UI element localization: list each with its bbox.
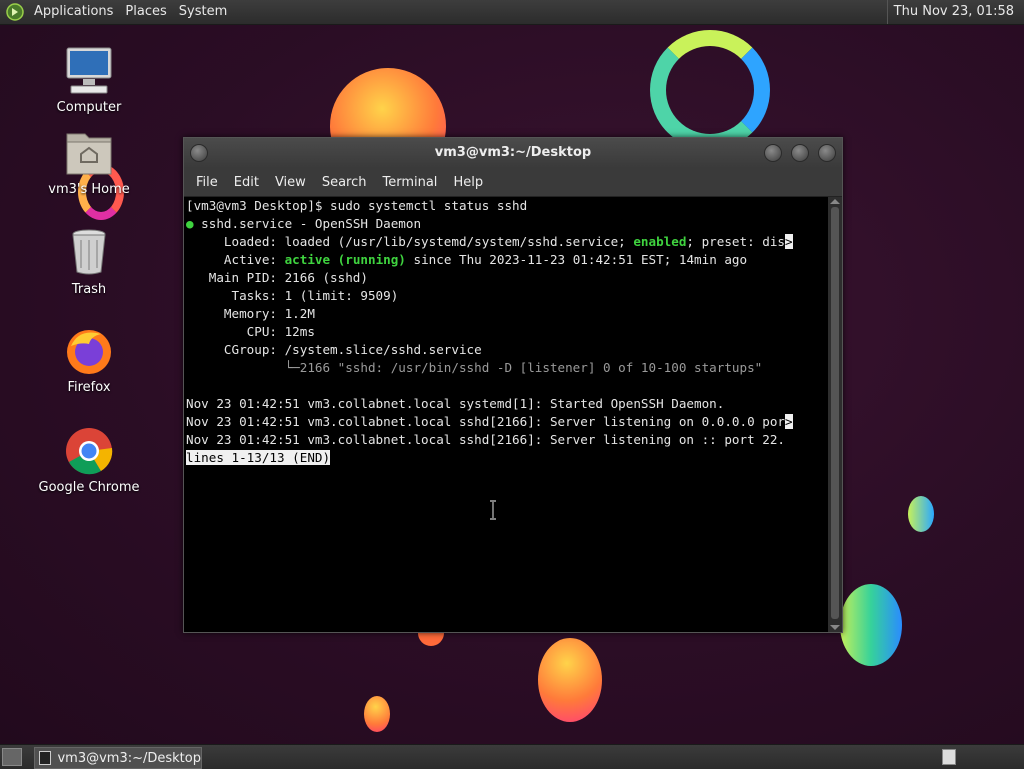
menu-file[interactable]: File — [188, 175, 226, 190]
loaded-line: Loaded: loaded (/usr/lib/systemd/system/… — [186, 234, 793, 249]
ibeam-cursor-icon — [490, 500, 496, 520]
trash-icon — [61, 228, 117, 278]
terminal-icon — [39, 751, 52, 765]
log-line: Nov 23 01:42:51 vm3.collabnet.local sshd… — [186, 432, 785, 447]
places-menu[interactable]: Places — [119, 0, 172, 24]
taskbar-item-label: vm3@vm3:~/Desktop — [57, 750, 201, 766]
applications-menu[interactable]: Applications — [28, 0, 119, 24]
clock[interactable]: Thu Nov 23, 01:58 — [886, 0, 1020, 24]
window-menu-icon[interactable] — [190, 144, 208, 162]
active-state: active (running) — [284, 252, 406, 267]
desktop-icon-label: Google Chrome — [38, 480, 140, 495]
show-desktop-icon[interactable] — [2, 748, 22, 766]
main-pid-line: Main PID: 2166 (sshd) — [186, 270, 368, 285]
desktop-icon-label: Firefox — [67, 380, 111, 395]
pager-status: lines 1-13/13 (END) — [186, 450, 331, 465]
desktop-icon-label: Computer — [56, 100, 122, 115]
scroll-up-icon[interactable] — [830, 199, 840, 204]
window-titlebar[interactable]: vm3@vm3:~/Desktop — [184, 138, 842, 168]
command-prompt-line: [vm3@vm3 Desktop]$ sudo systemctl status… — [186, 198, 528, 213]
truncation-marker: > — [784, 414, 793, 429]
service-status-dot: ● — [186, 216, 194, 231]
desktop-icon-label: Trash — [71, 282, 107, 297]
bottom-panel: vm3@vm3:~/Desktop — [0, 744, 1024, 769]
menu-terminal[interactable]: Terminal — [374, 175, 445, 190]
pager-status-line: lines 1-13/13 (END) — [184, 449, 826, 467]
home-folder-icon — [61, 128, 117, 178]
workspace-switcher[interactable] — [942, 749, 956, 765]
cgroup-line: CGroup: /system.slice/sshd.service — [186, 342, 482, 357]
menu-view[interactable]: View — [267, 175, 314, 190]
minimize-button[interactable] — [764, 144, 782, 162]
desktop-icon-firefox[interactable]: Firefox — [34, 326, 144, 395]
desktop-icon-home[interactable]: vm3's Home — [34, 128, 144, 197]
cpu-line: CPU: 12ms — [186, 324, 315, 339]
chrome-icon — [61, 426, 117, 476]
scroll-down-icon[interactable] — [830, 625, 840, 630]
truncation-marker: > — [785, 234, 793, 249]
window-title: vm3@vm3:~/Desktop — [434, 145, 592, 160]
terminal-output[interactable]: [vm3@vm3 Desktop]$ sudo systemctl status… — [184, 197, 826, 632]
desktop-icon-chrome[interactable]: Google Chrome — [34, 426, 144, 495]
top-panel: Applications Places System Thu Nov 23, 0… — [0, 0, 1024, 25]
system-menu[interactable]: System — [173, 0, 233, 24]
scrollbar-thumb[interactable] — [831, 207, 839, 619]
desktop-icon-trash[interactable]: Trash — [34, 228, 144, 297]
desktop-icon-label: vm3's Home — [48, 182, 130, 197]
menu-edit[interactable]: Edit — [226, 175, 267, 190]
distro-logo-icon[interactable] — [6, 3, 24, 21]
service-header-line: ● sshd.service - OpenSSH Daemon — [186, 216, 422, 231]
memory-line: Memory: 1.2M — [186, 306, 315, 321]
log-line: Nov 23 01:42:51 vm3.collabnet.local syst… — [186, 396, 725, 411]
terminal-window[interactable]: vm3@vm3:~/Desktop File Edit View Search … — [183, 137, 843, 633]
terminal-menubar: File Edit View Search Terminal Help — [184, 168, 842, 197]
close-button[interactable] — [818, 144, 836, 162]
desktop-icon-computer[interactable]: Computer — [34, 46, 144, 115]
terminal-scrollbar[interactable] — [828, 197, 842, 632]
menu-search[interactable]: Search — [314, 175, 375, 190]
maximize-button[interactable] — [791, 144, 809, 162]
menu-help[interactable]: Help — [445, 175, 491, 190]
firefox-icon — [61, 326, 117, 376]
cgroup-child-line: └─2166 "sshd: /usr/bin/sshd -D [listener… — [186, 360, 763, 375]
taskbar-item-terminal[interactable]: vm3@vm3:~/Desktop — [34, 747, 202, 769]
active-line: Active: active (running) since Thu 2023-… — [186, 252, 748, 267]
computer-icon — [61, 46, 117, 96]
log-line: Nov 23 01:42:51 vm3.collabnet.local sshd… — [186, 414, 793, 429]
tasks-line: Tasks: 1 (limit: 9509) — [186, 288, 399, 303]
